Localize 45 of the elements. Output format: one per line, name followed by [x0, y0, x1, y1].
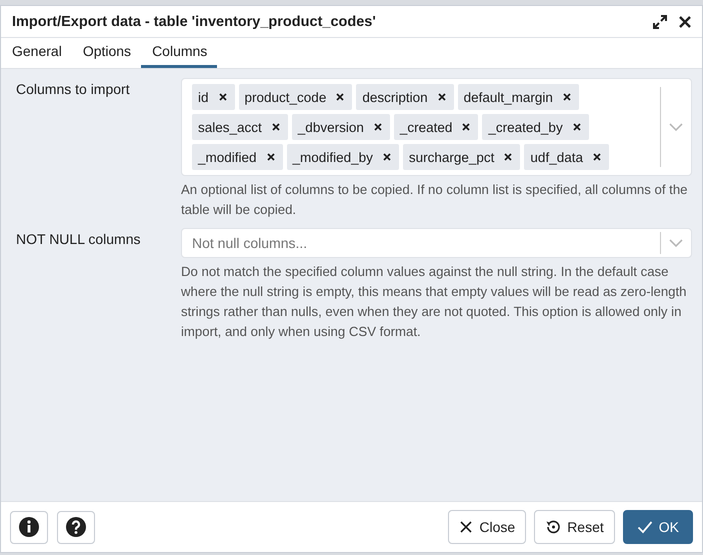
checkmark-icon: [636, 520, 653, 534]
x-icon: [459, 520, 474, 534]
close-icon[interactable]: [678, 14, 692, 28]
tag-label: product_code: [244, 90, 326, 104]
help-icon: [65, 516, 87, 538]
ok-button[interactable]: OK: [622, 510, 693, 544]
reset-button[interactable]: Reset: [534, 510, 615, 544]
remove-icon[interactable]: [382, 153, 391, 161]
remove-icon[interactable]: [462, 123, 470, 131]
tag-label: description: [362, 90, 428, 104]
remove-icon[interactable]: [272, 123, 280, 131]
help-text: Do not match the specified column values against the null string. In the default case where the null string is empty, this means that empty values will be read as zero-length strings rather than nulls, even when they are not quoted. This option is allowed only in import, and only when using CSV format.: [181, 263, 688, 341]
field-label: Columns to import: [16, 80, 131, 99]
tag-label: default_margin: [464, 90, 553, 104]
info-button[interactable]: [10, 510, 48, 544]
tag-label: surcharge_pct: [408, 150, 494, 164]
select-field[interactable]: Not null columns...: [181, 228, 692, 258]
expand-icon[interactable]: [652, 14, 668, 30]
tab[interactable]: Options: [72, 38, 142, 68]
remove-icon[interactable]: [336, 93, 344, 101]
tag-label: _created: [400, 120, 452, 134]
remove-icon[interactable]: [592, 153, 601, 161]
dialog-title: Import/Export data - table 'inventory_product_codes': [12, 14, 377, 30]
tag-label: id: [198, 90, 209, 104]
multi-select-field[interactable]: id product_code description default_margin sales_acct _dbversion _created _created_by _modified _modified_by surcharge_pct udf_data: [181, 78, 692, 176]
remove-icon[interactable]: [562, 93, 571, 101]
reset-icon: [545, 519, 562, 535]
remove-icon[interactable]: [572, 123, 581, 131]
help-button[interactable]: [57, 510, 95, 544]
remove-icon[interactable]: [266, 153, 275, 161]
info-icon: [18, 516, 40, 538]
tag-label: _modified: [198, 150, 257, 164]
remove-icon[interactable]: [438, 93, 446, 101]
tag-label: _dbversion: [298, 120, 364, 134]
remove-icon[interactable]: [504, 153, 512, 161]
close-button[interactable]: Close: [448, 510, 526, 544]
field-label: NOT NULL columns: [16, 230, 142, 249]
tag-label: sales_acct: [198, 120, 262, 134]
tab[interactable]: General: [1, 38, 72, 68]
tag-label: _modified_by: [292, 150, 373, 164]
remove-icon[interactable]: [374, 123, 382, 131]
remove-icon[interactable]: [218, 93, 227, 101]
help-text: An optional list of columns to be copied. If no column list is specified, all columns of the table will be copied.: [181, 181, 689, 219]
tag-label: _created_by: [488, 120, 563, 134]
tag-label: udf_data: [530, 150, 583, 164]
